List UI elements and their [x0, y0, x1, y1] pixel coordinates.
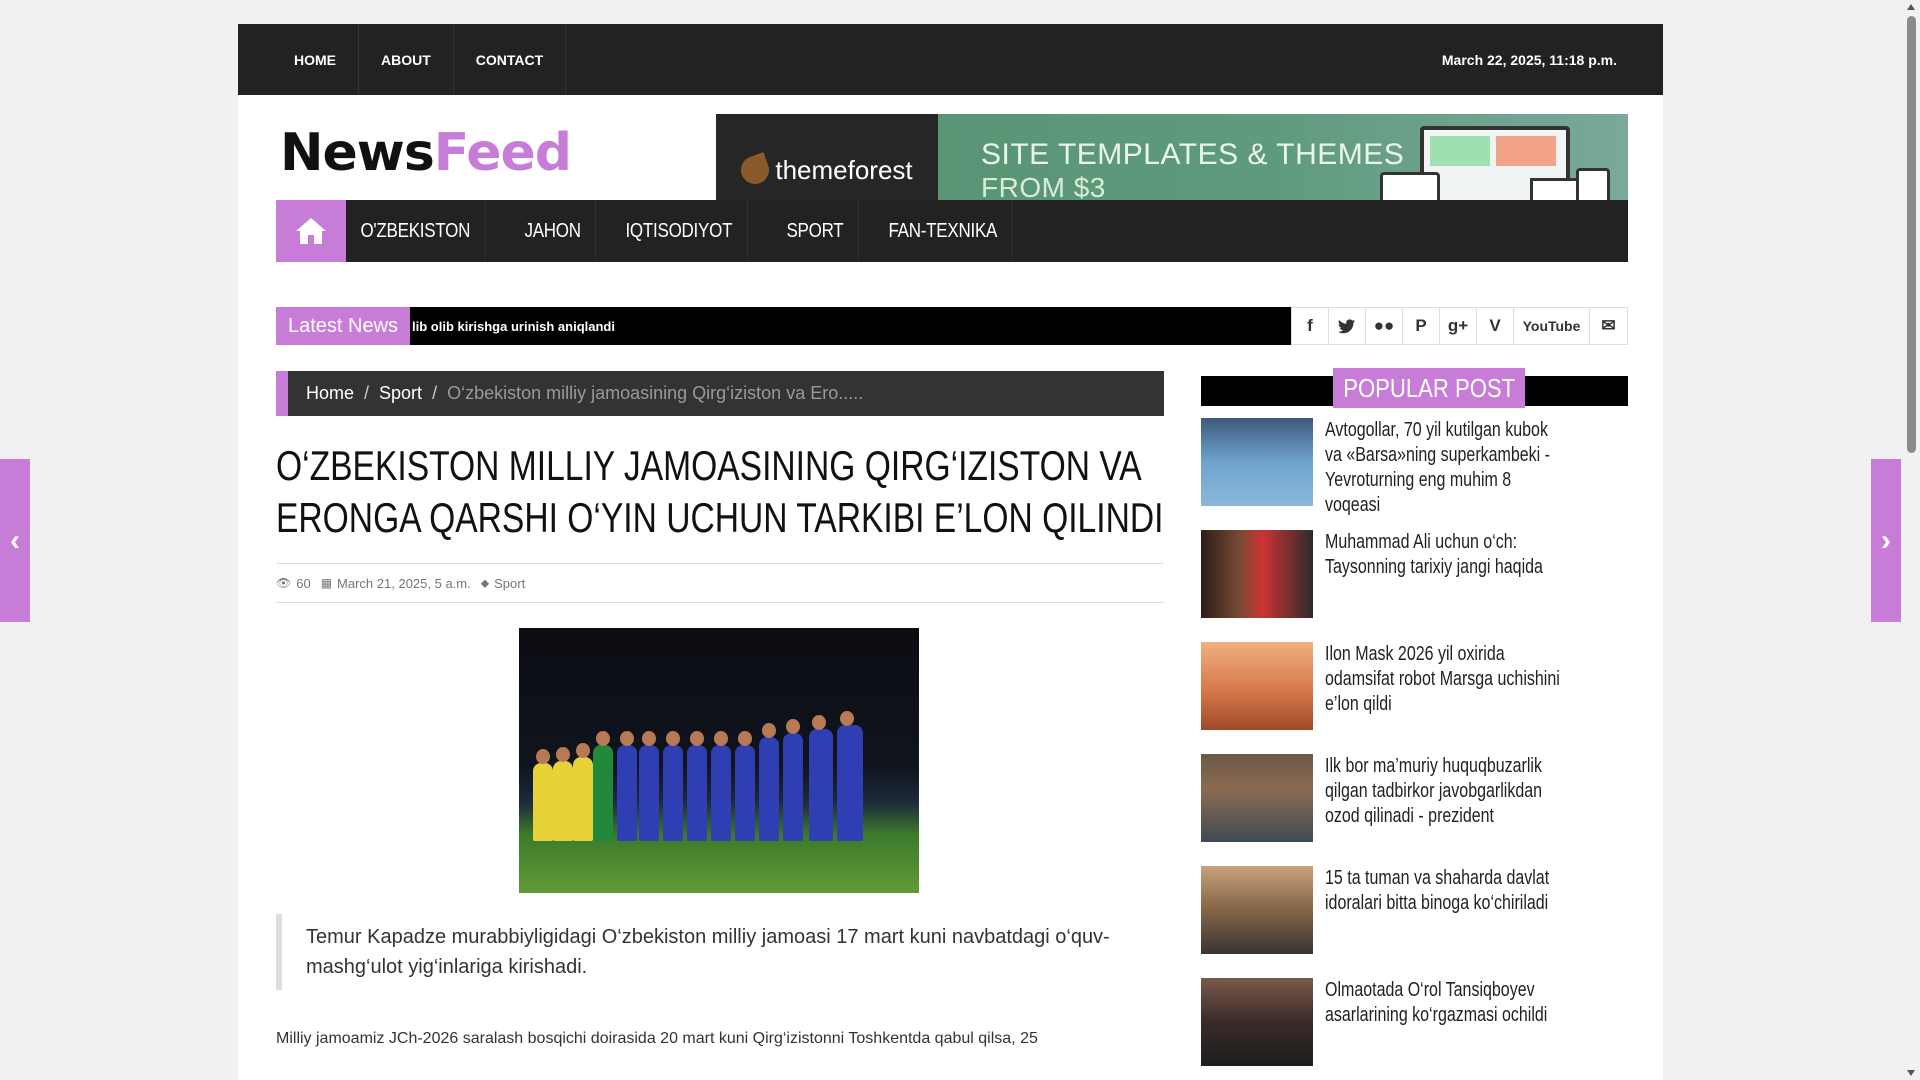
scroll-up-arrow[interactable]	[1907, 4, 1915, 10]
google-plus-icon[interactable]: g+	[1440, 308, 1477, 344]
current-datetime: March 22, 2025, 11:18 p.m.	[1441, 51, 1617, 68]
article-image	[519, 628, 919, 893]
top-bar: HOME ABOUT CONTACT March 22, 2025, 11:18…	[238, 24, 1663, 95]
tag-icon: ⬥	[480, 575, 490, 590]
popular-post-item[interactable]: Ilk bor ma’muriy huquqbuzarlik qilgan ta…	[1201, 754, 1628, 842]
article-category[interactable]: Sport	[494, 576, 525, 591]
prev-article-arrow[interactable]: ‹	[0, 459, 30, 622]
nav-fan-texnika[interactable]: FAN-TEXNIKA	[874, 200, 1013, 262]
post-title[interactable]: Ilk bor ma’muriy huquqbuzarlik qilgan ta…	[1325, 754, 1567, 842]
flickr-icon[interactable]: ●●	[1366, 308, 1403, 344]
post-thumbnail[interactable]	[1201, 978, 1313, 1066]
eye-icon: 👁	[276, 576, 292, 590]
facebook-icon[interactable]: f	[1292, 308, 1329, 344]
top-nav: HOME ABOUT CONTACT	[272, 24, 567, 95]
article-lead-quote: Temur Kapadze murabbiyligidagi O‘zbekist…	[276, 914, 1164, 990]
post-thumbnail[interactable]	[1201, 754, 1313, 842]
page-scrollbar[interactable]	[1903, 0, 1920, 1080]
popular-post-item[interactable]: Olmaotada O‘rol Tansiqboyev asarlarining…	[1201, 978, 1628, 1066]
post-thumbnail[interactable]	[1201, 866, 1313, 954]
article-title: O‘ZBEKISTON MILLIY JAMOASINING QIRG‘IZIS…	[276, 442, 1164, 541]
popular-post-item[interactable]: 15 ta tuman va shaharda davlat idoralari…	[1201, 866, 1628, 954]
post-title[interactable]: Muhammad Ali uchun o‘ch: Taysonning tari…	[1325, 530, 1567, 618]
next-article-arrow[interactable]: ›	[1871, 459, 1901, 622]
leaf-icon	[737, 152, 774, 188]
post-title[interactable]: 15 ta tuman va shaharda davlat idoralari…	[1325, 866, 1567, 954]
vimeo-icon[interactable]: V	[1477, 308, 1514, 344]
site-logo[interactable]: NewsFeed	[280, 123, 572, 183]
nav-ozbekiston[interactable]: O'ZBEKISTON	[346, 200, 486, 262]
article-meta: 👁 60 ▦ March 21, 2025, 5 a.m. ⬥ Sport	[276, 563, 1164, 603]
breadcrumb-home[interactable]: Home	[306, 383, 354, 404]
calendar-icon: ▦	[320, 576, 333, 590]
post-title[interactable]: Avtogollar, 70 yil kutilgan kubok va «Ba…	[1325, 418, 1567, 516]
article-date: March 21, 2025, 5 a.m.	[337, 575, 471, 591]
top-nav-contact[interactable]: CONTACT	[454, 24, 567, 95]
page: HOME ABOUT CONTACT March 22, 2025, 11:18…	[238, 24, 1663, 1080]
news-ticker: Latest News lib olib kirishga urinish an…	[276, 307, 1628, 345]
main-nav: O'ZBEKISTON JAHON IQTISODIYOT SPORT FAN-…	[276, 200, 1628, 262]
popular-post-item[interactable]: Muhammad Ali uchun o‘ch: Taysonning tari…	[1201, 530, 1628, 618]
nav-iqtisodiyot[interactable]: IQTISODIYOT	[611, 200, 748, 262]
social-icons: f ●● P g+ V YouTube ✉	[1291, 307, 1628, 345]
breadcrumb-current: O‘zbekiston milliy jamoasining Qirg‘izis…	[447, 383, 864, 403]
breadcrumb: Home / Sport / O‘zbekiston milliy jamoas…	[276, 371, 1164, 416]
breadcrumb-section[interactable]: Sport	[379, 383, 422, 404]
view-count: 60	[296, 575, 311, 591]
article-paragraph: Milliy jamoamiz JCh-2026 saralash bosqic…	[276, 1030, 1038, 1047]
nav-sport[interactable]: SPORT	[772, 200, 859, 262]
nav-jahon[interactable]: JAHON	[510, 200, 597, 262]
top-nav-about[interactable]: ABOUT	[359, 24, 454, 95]
post-thumbnail[interactable]	[1201, 642, 1313, 730]
scroll-down-arrow[interactable]	[1907, 1070, 1915, 1076]
mail-icon[interactable]: ✉	[1590, 308, 1627, 344]
popular-post-item[interactable]: Ilon Mask 2026 yil oxirida odamsifat rob…	[1201, 642, 1628, 730]
popular-post-heading: POPULAR POST	[1201, 368, 1628, 408]
popular-post-item[interactable]: Avtogollar, 70 yil kutilgan kubok va «Ba…	[1201, 418, 1628, 516]
pinterest-icon[interactable]: P	[1403, 308, 1440, 344]
youtube-icon[interactable]: YouTube	[1514, 308, 1590, 344]
home-icon[interactable]	[276, 200, 346, 262]
post-title[interactable]: Ilon Mask 2026 yil oxirida odamsifat rob…	[1325, 642, 1567, 730]
banner-headline: SITE TEMPLATES & THEMES	[981, 138, 1405, 171]
ticker-label: Latest News	[276, 307, 410, 345]
post-thumbnail[interactable]	[1201, 418, 1313, 506]
top-nav-home[interactable]: HOME	[272, 24, 359, 95]
ticker-text[interactable]: lib olib kirishga urinish aniqlandi	[410, 307, 1291, 345]
scrollbar-thumb[interactable]	[1907, 16, 1916, 453]
popular-posts: POPULAR POST Avtogollar, 70 yil kutilgan…	[1201, 368, 1628, 1066]
post-thumbnail[interactable]	[1201, 530, 1313, 618]
twitter-icon[interactable]	[1329, 308, 1366, 344]
post-title[interactable]: Olmaotada O‘rol Tansiqboyev asarlarining…	[1325, 978, 1567, 1066]
